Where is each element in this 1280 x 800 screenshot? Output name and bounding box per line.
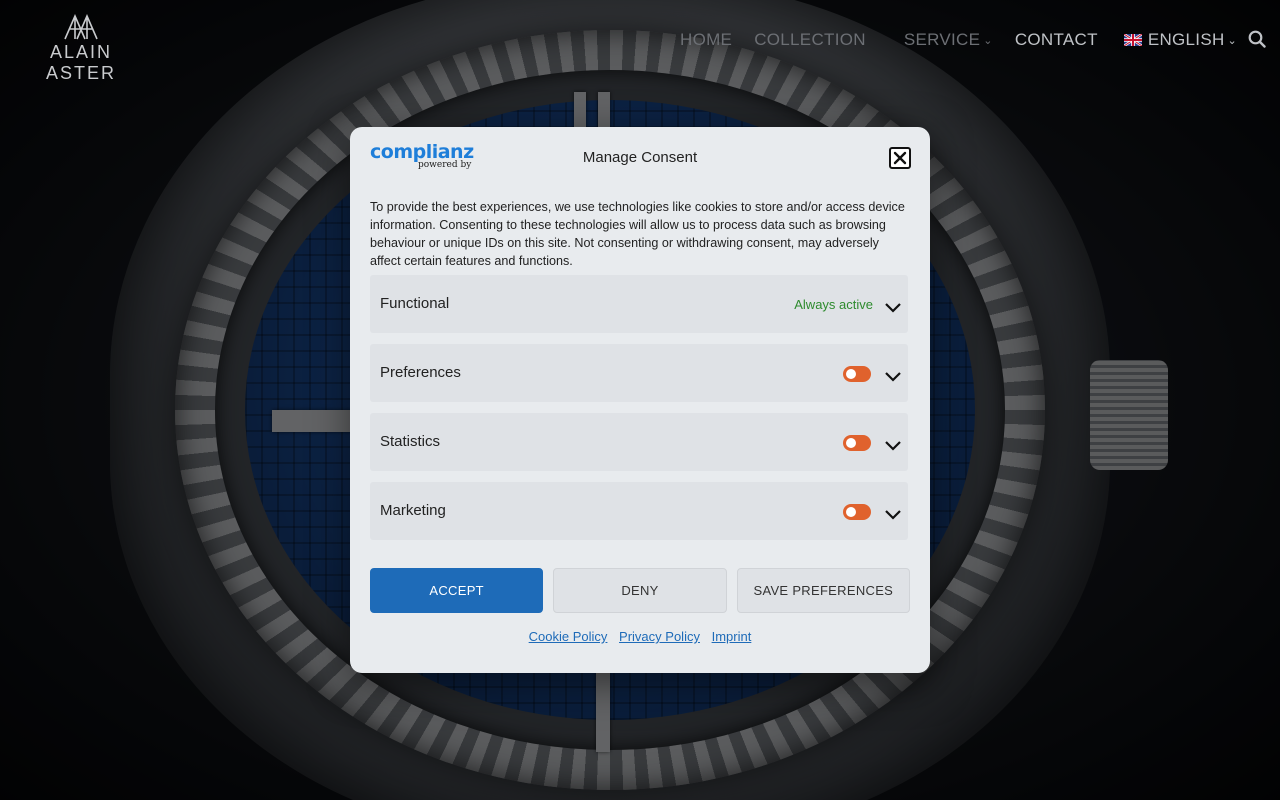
statistics-toggle[interactable]: [843, 435, 871, 451]
modal-title: Manage Consent: [582, 149, 698, 166]
category-title: Statistics: [380, 433, 441, 450]
language-label: ENGLISH: [1147, 30, 1225, 49]
imprint-link[interactable]: Imprint: [712, 629, 752, 644]
chevron-down-icon[interactable]: [885, 303, 901, 313]
deny-button[interactable]: DENY: [553, 568, 727, 613]
chevron-down-icon[interactable]: [885, 510, 901, 520]
chevron-down-icon[interactable]: [885, 372, 901, 382]
logo-monogram-icon: [64, 14, 98, 40]
preferences-toggle[interactable]: [843, 366, 871, 382]
uk-flag-icon: [1123, 34, 1142, 46]
site-header: ALAIN ASTER HOME COLLECTION SERVICE ⌄ CON…: [0, 0, 1280, 83]
save-preferences-button[interactable]: SAVE PREFERENCES: [736, 568, 910, 613]
consent-message: To provide the best experiences, we use …: [370, 200, 905, 268]
logo-text: ALAIN ASTER: [45, 42, 116, 83]
consent-buttons: ACCEPT DENY SAVE PREFERENCES: [370, 568, 910, 613]
category-title: Preferences: [380, 364, 461, 381]
marketing-toggle[interactable]: [843, 504, 871, 520]
category-title: Functional: [380, 295, 450, 312]
always-active-label: Always active: [794, 297, 873, 312]
nav-contact-label: CONTACT: [1014, 30, 1098, 49]
category-statistics[interactable]: Statistics: [370, 413, 908, 471]
nav-collection[interactable]: COLLECTION: [754, 30, 866, 50]
chevron-down-icon: ⌄: [983, 34, 993, 47]
consent-categories: Functional Always active Preferences Sta…: [370, 275, 908, 551]
nav-service-label: SERVICE: [903, 30, 981, 49]
nav-collection-label: COLLECTION: [754, 30, 866, 49]
category-preferences[interactable]: Preferences: [370, 344, 908, 402]
nav-service[interactable]: SERVICE ⌄: [904, 30, 993, 50]
close-button[interactable]: [889, 147, 911, 169]
chevron-down-icon[interactable]: [885, 441, 901, 451]
accept-button[interactable]: ACCEPT: [370, 568, 544, 613]
main-nav: HOME COLLECTION SERVICE ⌄ CONTACT ENGLISH…: [680, 30, 1237, 50]
nav-home[interactable]: HOME: [680, 30, 732, 50]
search-icon[interactable]: [1248, 30, 1266, 48]
chevron-down-icon: ⌄: [1227, 34, 1238, 47]
category-functional[interactable]: Functional Always active: [370, 275, 908, 333]
language-switcher[interactable]: ENGLISH ⌄: [1123, 30, 1238, 50]
cookie-policy-link[interactable]: Cookie Policy: [529, 629, 608, 644]
consent-modal: complianz powered by Manage Consent To p…: [350, 127, 930, 673]
category-marketing[interactable]: Marketing: [370, 482, 908, 540]
nav-home-label: HOME: [680, 30, 733, 49]
nav-contact[interactable]: CONTACT: [1015, 30, 1098, 50]
logo[interactable]: ALAIN ASTER: [18, 14, 144, 84]
policy-links: Cookie Policy Privacy Policy Imprint: [350, 629, 930, 644]
category-title: Marketing: [380, 502, 446, 519]
privacy-policy-link[interactable]: Privacy Policy: [619, 629, 700, 644]
close-icon: [893, 151, 907, 165]
